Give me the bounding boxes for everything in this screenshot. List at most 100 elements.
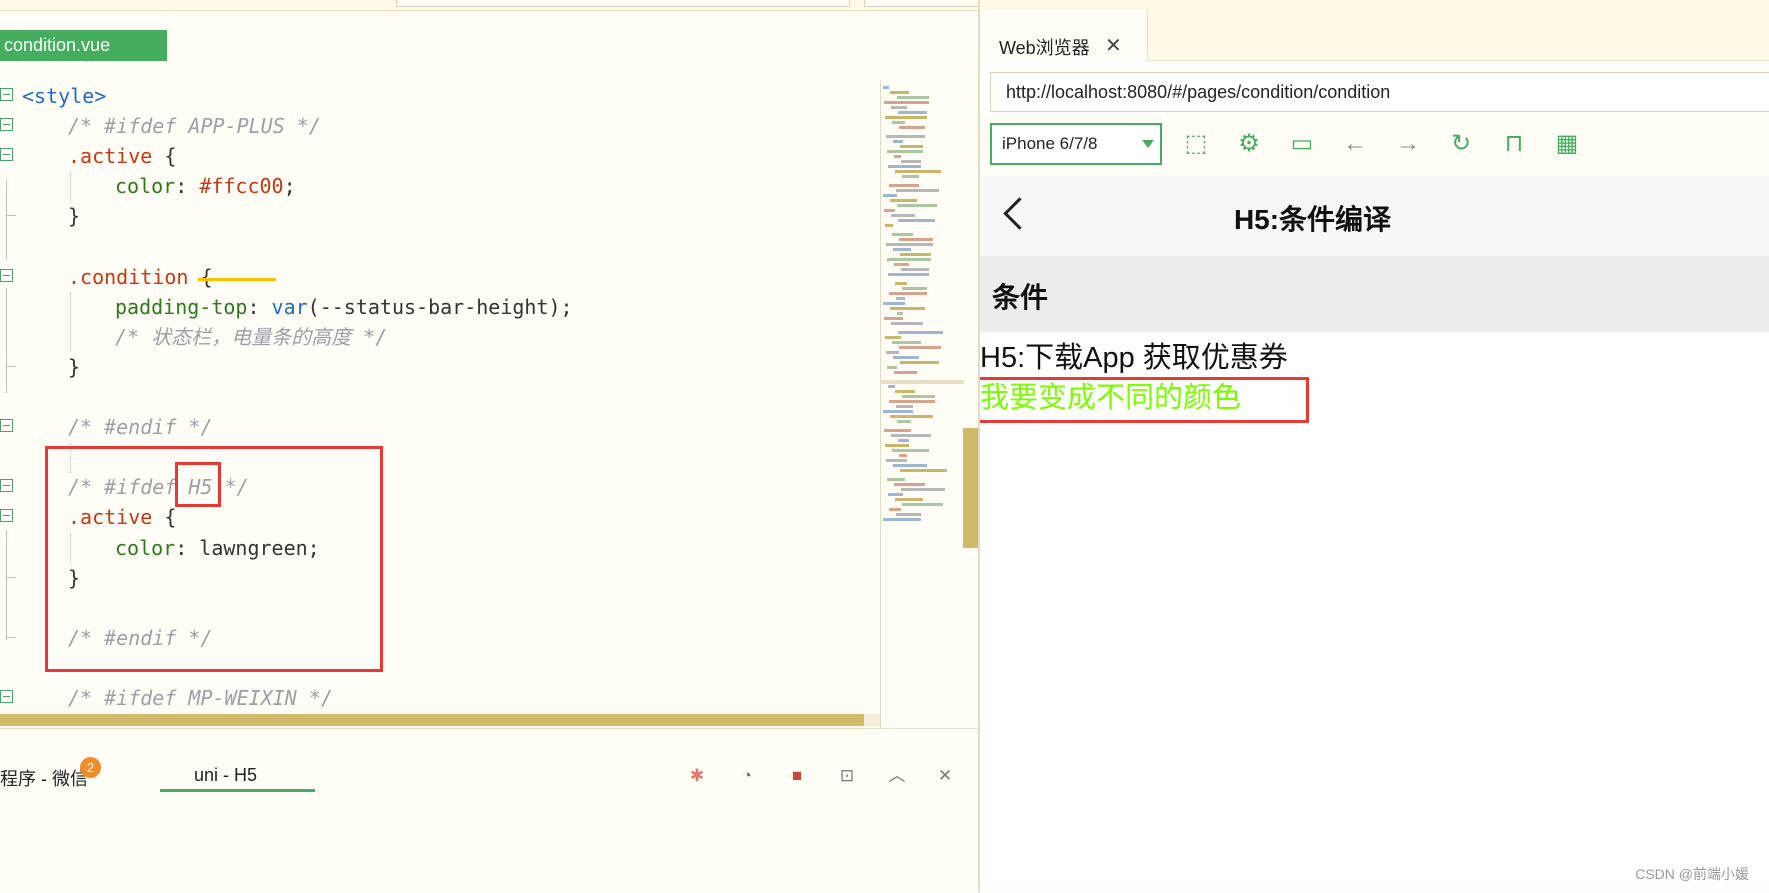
minimap-line [893, 356, 919, 359]
minimap-line [896, 297, 905, 300]
minimap-line [887, 258, 931, 261]
code-line[interactable]: /* #ifdef APP-PLUS */ [0, 111, 880, 141]
code-token: : [247, 294, 272, 319]
fold-toggle-icon[interactable] [0, 479, 13, 493]
minimap-line [890, 199, 917, 202]
console-icon[interactable]: ▭ [1289, 131, 1315, 157]
close-icon[interactable]: ✕ [1105, 33, 1122, 58]
minimap-line [887, 150, 923, 153]
minimap[interactable] [880, 80, 965, 730]
minimap-line [888, 165, 921, 168]
minimap-line [891, 214, 915, 217]
minimap-line [892, 121, 905, 124]
code-token: : [175, 174, 200, 199]
h5-promo-text: H5:下载App 获取优惠券 [980, 342, 1288, 374]
code-token: /* #endif */ [68, 415, 213, 440]
clear-console-icon[interactable]: ✕ [934, 765, 956, 787]
code-line[interactable]: color: #ffcc00; [0, 171, 880, 201]
minimap-line [902, 395, 935, 398]
fold-toggle-icon[interactable] [0, 690, 13, 703]
minimap-line [890, 415, 933, 418]
minimap-line [890, 307, 925, 310]
web-browser-pane: Web浏览器 ✕ http://localhost:8080/#/pages/c… [980, 0, 1769, 892]
nav-title: H5:条件编译 [1233, 204, 1392, 235]
vertical-scrollbar-thumb[interactable] [963, 428, 978, 548]
minimap-line [899, 126, 925, 129]
code-line[interactable]: .condition { [0, 262, 880, 292]
minimap-line [884, 429, 911, 432]
highlight-box-result [980, 377, 1309, 423]
fold-toggle-icon[interactable] [0, 88, 13, 101]
minimap-line [890, 91, 909, 94]
browser-tab[interactable]: Web浏览器 ✕ [980, 10, 1148, 61]
screenshot-icon[interactable]: ⬚ [1183, 131, 1209, 157]
back-arrow-icon[interactable]: ← [1342, 131, 1368, 157]
code-line[interactable]: /* #ifdef MP-WEIXIN */ [0, 683, 880, 713]
minimap-line [888, 493, 903, 496]
minimap-line [884, 209, 895, 212]
minimap-line [892, 449, 929, 452]
minimap-line [891, 434, 931, 437]
minimap-line [883, 302, 905, 305]
minimap-line [902, 503, 943, 506]
terminal-icon[interactable]: ⊡ [836, 765, 858, 787]
file-tab[interactable]: condition.vue [0, 30, 167, 61]
minimap-viewport[interactable] [880, 380, 964, 384]
horizontal-scrollbar-thumb[interactable] [0, 714, 864, 726]
minimap-line [897, 204, 937, 207]
stop-icon[interactable]: ■ [786, 765, 808, 787]
unlock-icon[interactable]: ⊓ [1501, 131, 1527, 157]
minimap-line [898, 331, 943, 334]
minimap-line [883, 194, 897, 197]
browser-tab-label: Web浏览器 [999, 38, 1090, 58]
code-editor-pane: condition.vue <style> /* #ifdef APP-PLUS … [0, 0, 979, 893]
fold-toggle-icon[interactable] [0, 419, 13, 433]
minimap-line [900, 469, 947, 472]
refresh-icon[interactable]: ↻ [1448, 131, 1474, 157]
minimap-line [892, 341, 921, 344]
code-line[interactable] [0, 382, 880, 412]
code-line[interactable]: /* #endif */ [0, 412, 880, 442]
minimap-line [889, 184, 919, 187]
chevron-up-icon[interactable]: ︿ [886, 765, 908, 787]
minimap-line [897, 96, 929, 99]
minimap-line [894, 155, 901, 158]
chevron-down-icon[interactable] [1142, 140, 1154, 148]
device-select[interactable]: iPhone 6/7/8 [990, 123, 1162, 165]
minimap-line [886, 135, 925, 138]
minimap-line [891, 322, 923, 325]
fold-toggle-icon[interactable] [0, 118, 13, 132]
minimap-line [899, 346, 941, 349]
fold-toggle-icon[interactable] [0, 268, 13, 282]
console-tab-weixin[interactable]: 小程序 - 微信 [0, 765, 88, 791]
code-line[interactable]: } [0, 201, 880, 231]
fold-toggle-icon[interactable] [0, 148, 13, 162]
code-token: padding-top [115, 294, 248, 319]
console-tab-h5[interactable]: uni - H5 [194, 765, 257, 786]
debug-bug-icon[interactable]: ✱ [686, 765, 708, 787]
code-text: } [68, 352, 80, 382]
code-line[interactable]: .active { [0, 141, 880, 171]
code-line[interactable]: padding-top: var(--status-bar-height); [0, 292, 880, 322]
code-line[interactable]: } [0, 352, 880, 382]
code-line[interactable] [0, 232, 880, 262]
minimap-line [902, 175, 919, 178]
minimap-line [894, 483, 925, 486]
gear-icon[interactable]: ⚙ [1236, 131, 1262, 157]
code-token: var [271, 294, 308, 319]
forward-arrow-icon[interactable]: → [1395, 131, 1421, 157]
section-header: 条件 [980, 256, 1769, 332]
url-input[interactable]: http://localhost:8080/#/pages/condition/… [990, 72, 1769, 112]
toolbar-box [396, 0, 850, 7]
code-token: } [68, 204, 81, 229]
code-text: /* #ifdef APP-PLUS */ [68, 111, 321, 141]
run-icon[interactable]: ◔ [736, 765, 758, 787]
code-line[interactable]: <style> [0, 81, 880, 111]
grid-icon[interactable]: ▦ [1554, 131, 1580, 157]
minimap-line [896, 189, 939, 192]
active-tab-indicator [160, 789, 315, 792]
minimap-line [898, 439, 909, 442]
minimap-line [884, 101, 929, 104]
fold-toggle-icon[interactable] [0, 509, 13, 523]
code-line[interactable]: /* 状态栏，电量条的高度 */ [0, 322, 880, 352]
